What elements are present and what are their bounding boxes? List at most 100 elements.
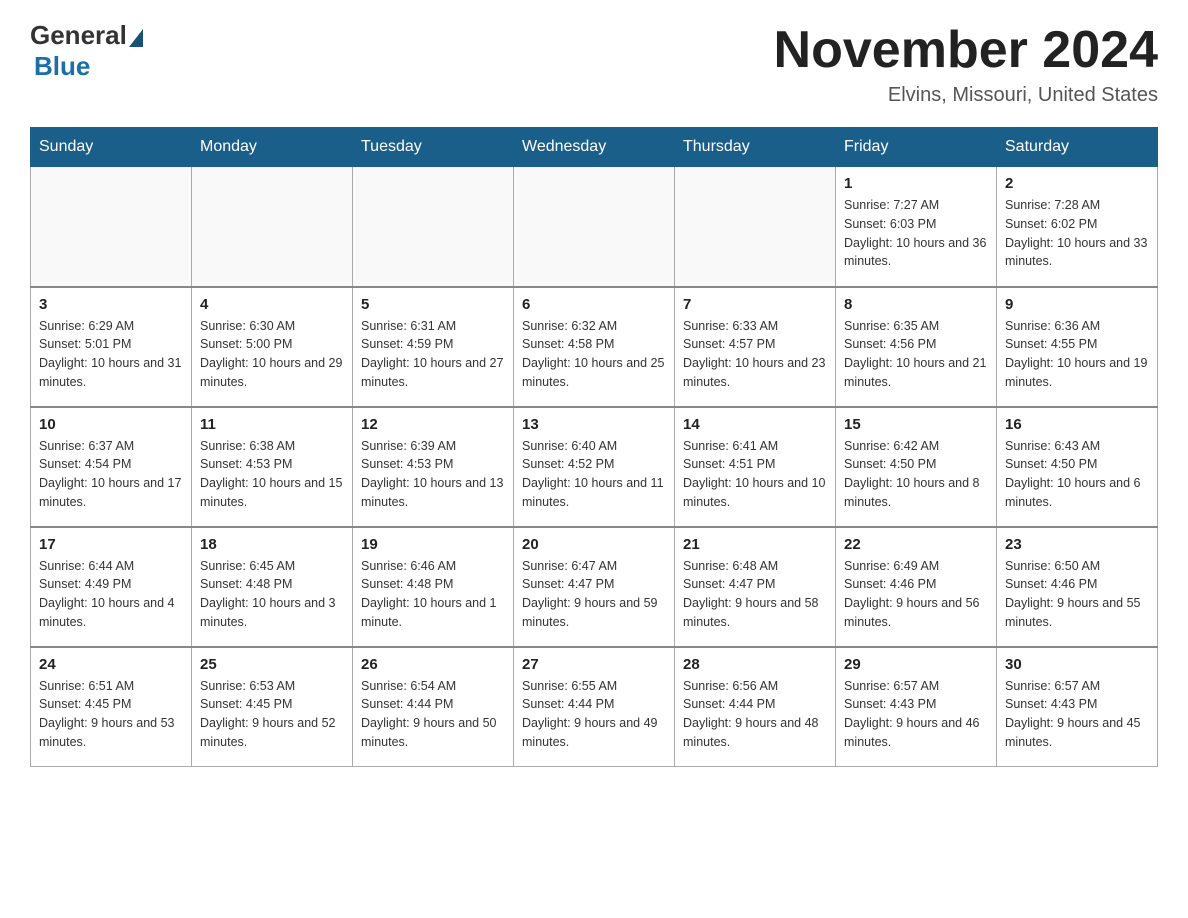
calendar-cell: 1Sunrise: 7:27 AM Sunset: 6:03 PM Daylig… bbox=[836, 167, 997, 287]
day-info: Sunrise: 6:36 AM Sunset: 4:55 PM Dayligh… bbox=[1005, 317, 1149, 392]
calendar-cell: 11Sunrise: 6:38 AM Sunset: 4:53 PM Dayli… bbox=[192, 407, 353, 527]
calendar-cell: 19Sunrise: 6:46 AM Sunset: 4:48 PM Dayli… bbox=[353, 527, 514, 647]
day-number: 25 bbox=[200, 656, 344, 673]
logo: General Blue bbox=[30, 20, 143, 82]
calendar-cell: 29 Sunrise: 6:57 AM Sunset: 4:43 PM Dayli… bbox=[836, 647, 997, 767]
day-number: 17 bbox=[39, 536, 183, 553]
calendar-cell bbox=[675, 167, 836, 287]
day-number: 22 bbox=[844, 536, 988, 553]
day-info: Sunrise: 6:33 AM Sunset: 4:57 PM Dayligh… bbox=[683, 317, 827, 392]
day-info: Sunrise: 6:30 AM Sunset: 5:00 PM Dayligh… bbox=[200, 317, 344, 392]
day-number: 18 bbox=[200, 536, 344, 553]
calendar-day-header: Tuesday bbox=[353, 128, 514, 167]
day-info: Sunrise: 6:51 AM Sunset: 4:45 PM Dayligh… bbox=[39, 677, 183, 752]
day-info: Sunrise: 6:40 AM Sunset: 4:52 PM Dayligh… bbox=[522, 437, 666, 512]
day-number: 9 bbox=[1005, 296, 1149, 313]
calendar-cell: 7 Sunrise: 6:33 AM Sunset: 4:57 PM Daylig… bbox=[675, 287, 836, 407]
calendar-cell bbox=[192, 167, 353, 287]
calendar-cell: 13 Sunrise: 6:40 AM Sunset: 4:52 PM Dayli… bbox=[514, 407, 675, 527]
day-info: Sunrise: 6:43 AM Sunset: 4:50 PM Dayligh… bbox=[1005, 437, 1149, 512]
calendar-week-row: 17 Sunrise: 6:44 AM Sunset: 4:49 PM Dayli… bbox=[31, 527, 1158, 647]
calendar-day-header: Thursday bbox=[675, 128, 836, 167]
day-info: Sunrise: 7:28 AM Sunset: 6:02 PM Dayligh… bbox=[1005, 196, 1149, 271]
month-title: November 2024 bbox=[774, 20, 1158, 80]
day-info: Sunrise: 6:48 AM Sunset: 4:47 PM Dayligh… bbox=[683, 557, 827, 632]
calendar-cell: 2 Sunrise: 7:28 AM Sunset: 6:02 PM Daylig… bbox=[997, 167, 1158, 287]
calendar-day-header: Sunday bbox=[31, 128, 192, 167]
logo-triangle-icon bbox=[129, 29, 143, 47]
calendar-cell: 8 Sunrise: 6:35 AM Sunset: 4:56 PM Daylig… bbox=[836, 287, 997, 407]
day-number: 24 bbox=[39, 656, 183, 673]
calendar-cell: 14Sunrise: 6:41 AM Sunset: 4:51 PM Dayli… bbox=[675, 407, 836, 527]
day-number: 11 bbox=[200, 416, 344, 433]
day-number: 15 bbox=[844, 416, 988, 433]
day-info: Sunrise: 6:57 AM Sunset: 4:43 PM Dayligh… bbox=[1005, 677, 1149, 752]
day-info: Sunrise: 6:46 AM Sunset: 4:48 PM Dayligh… bbox=[361, 557, 505, 632]
calendar-cell: 16Sunrise: 6:43 AM Sunset: 4:50 PM Dayli… bbox=[997, 407, 1158, 527]
day-number: 4 bbox=[200, 296, 344, 313]
day-number: 20 bbox=[522, 536, 666, 553]
day-info: Sunrise: 6:50 AM Sunset: 4:46 PM Dayligh… bbox=[1005, 557, 1149, 632]
location-subtitle: Elvins, Missouri, United States bbox=[774, 84, 1158, 107]
calendar-day-header: Saturday bbox=[997, 128, 1158, 167]
calendar-cell: 28 Sunrise: 6:56 AM Sunset: 4:44 PM Dayli… bbox=[675, 647, 836, 767]
calendar-cell: 30 Sunrise: 6:57 AM Sunset: 4:43 PM Dayli… bbox=[997, 647, 1158, 767]
day-info: Sunrise: 6:56 AM Sunset: 4:44 PM Dayligh… bbox=[683, 677, 827, 752]
day-info: Sunrise: 6:57 AM Sunset: 4:43 PM Dayligh… bbox=[844, 677, 988, 752]
calendar-cell bbox=[353, 167, 514, 287]
calendar-week-row: 3Sunrise: 6:29 AM Sunset: 5:01 PM Daylig… bbox=[31, 287, 1158, 407]
day-info: Sunrise: 6:35 AM Sunset: 4:56 PM Dayligh… bbox=[844, 317, 988, 392]
day-number: 8 bbox=[844, 296, 988, 313]
day-number: 7 bbox=[683, 296, 827, 313]
page-header: General Blue November 2024 Elvins, Misso… bbox=[30, 20, 1158, 107]
calendar-day-header: Friday bbox=[836, 128, 997, 167]
calendar-week-row: 1Sunrise: 7:27 AM Sunset: 6:03 PM Daylig… bbox=[31, 167, 1158, 287]
calendar-cell: 20 Sunrise: 6:47 AM Sunset: 4:47 PM Dayli… bbox=[514, 527, 675, 647]
day-info: Sunrise: 6:39 AM Sunset: 4:53 PM Dayligh… bbox=[361, 437, 505, 512]
day-number: 26 bbox=[361, 656, 505, 673]
day-number: 3 bbox=[39, 296, 183, 313]
calendar-cell: 9 Sunrise: 6:36 AM Sunset: 4:55 PM Daylig… bbox=[997, 287, 1158, 407]
day-number: 28 bbox=[683, 656, 827, 673]
calendar-day-header: Monday bbox=[192, 128, 353, 167]
day-info: Sunrise: 6:47 AM Sunset: 4:47 PM Dayligh… bbox=[522, 557, 666, 632]
calendar-cell: 27Sunrise: 6:55 AM Sunset: 4:44 PM Dayli… bbox=[514, 647, 675, 767]
logo-general-text: General bbox=[30, 20, 127, 51]
calendar-cell bbox=[514, 167, 675, 287]
day-info: Sunrise: 6:45 AM Sunset: 4:48 PM Dayligh… bbox=[200, 557, 344, 632]
day-number: 12 bbox=[361, 416, 505, 433]
day-info: Sunrise: 6:53 AM Sunset: 4:45 PM Dayligh… bbox=[200, 677, 344, 752]
calendar-week-row: 24 Sunrise: 6:51 AM Sunset: 4:45 PM Dayli… bbox=[31, 647, 1158, 767]
calendar-cell: 6 Sunrise: 6:32 AM Sunset: 4:58 PM Daylig… bbox=[514, 287, 675, 407]
day-info: Sunrise: 6:31 AM Sunset: 4:59 PM Dayligh… bbox=[361, 317, 505, 392]
day-number: 30 bbox=[1005, 656, 1149, 673]
day-info: Sunrise: 6:44 AM Sunset: 4:49 PM Dayligh… bbox=[39, 557, 183, 632]
calendar-cell: 15 Sunrise: 6:42 AM Sunset: 4:50 PM Dayli… bbox=[836, 407, 997, 527]
calendar-cell: 5 Sunrise: 6:31 AM Sunset: 4:59 PM Daylig… bbox=[353, 287, 514, 407]
calendar-week-row: 10Sunrise: 6:37 AM Sunset: 4:54 PM Dayli… bbox=[31, 407, 1158, 527]
calendar-cell: 18 Sunrise: 6:45 AM Sunset: 4:48 PM Dayli… bbox=[192, 527, 353, 647]
day-number: 2 bbox=[1005, 175, 1149, 192]
day-number: 6 bbox=[522, 296, 666, 313]
calendar-cell: 21Sunrise: 6:48 AM Sunset: 4:47 PM Dayli… bbox=[675, 527, 836, 647]
day-number: 10 bbox=[39, 416, 183, 433]
day-info: Sunrise: 6:54 AM Sunset: 4:44 PM Dayligh… bbox=[361, 677, 505, 752]
calendar-cell: 26 Sunrise: 6:54 AM Sunset: 4:44 PM Dayli… bbox=[353, 647, 514, 767]
calendar-table: SundayMondayTuesdayWednesdayThursdayFrid… bbox=[30, 127, 1158, 767]
logo-blue-text: Blue bbox=[34, 51, 90, 82]
title-section: November 2024 Elvins, Missouri, United S… bbox=[774, 20, 1158, 107]
calendar-cell: 12 Sunrise: 6:39 AM Sunset: 4:53 PM Dayli… bbox=[353, 407, 514, 527]
day-number: 14 bbox=[683, 416, 827, 433]
calendar-cell bbox=[31, 167, 192, 287]
day-number: 13 bbox=[522, 416, 666, 433]
day-number: 29 bbox=[844, 656, 988, 673]
calendar-cell: 10Sunrise: 6:37 AM Sunset: 4:54 PM Dayli… bbox=[31, 407, 192, 527]
calendar-cell: 22Sunrise: 6:49 AM Sunset: 4:46 PM Dayli… bbox=[836, 527, 997, 647]
calendar-header-row: SundayMondayTuesdayWednesdayThursdayFrid… bbox=[31, 128, 1158, 167]
day-number: 5 bbox=[361, 296, 505, 313]
calendar-cell: 23Sunrise: 6:50 AM Sunset: 4:46 PM Dayli… bbox=[997, 527, 1158, 647]
day-info: Sunrise: 6:55 AM Sunset: 4:44 PM Dayligh… bbox=[522, 677, 666, 752]
day-info: Sunrise: 6:42 AM Sunset: 4:50 PM Dayligh… bbox=[844, 437, 988, 512]
calendar-cell: 4 Sunrise: 6:30 AM Sunset: 5:00 PM Daylig… bbox=[192, 287, 353, 407]
day-info: Sunrise: 6:32 AM Sunset: 4:58 PM Dayligh… bbox=[522, 317, 666, 392]
